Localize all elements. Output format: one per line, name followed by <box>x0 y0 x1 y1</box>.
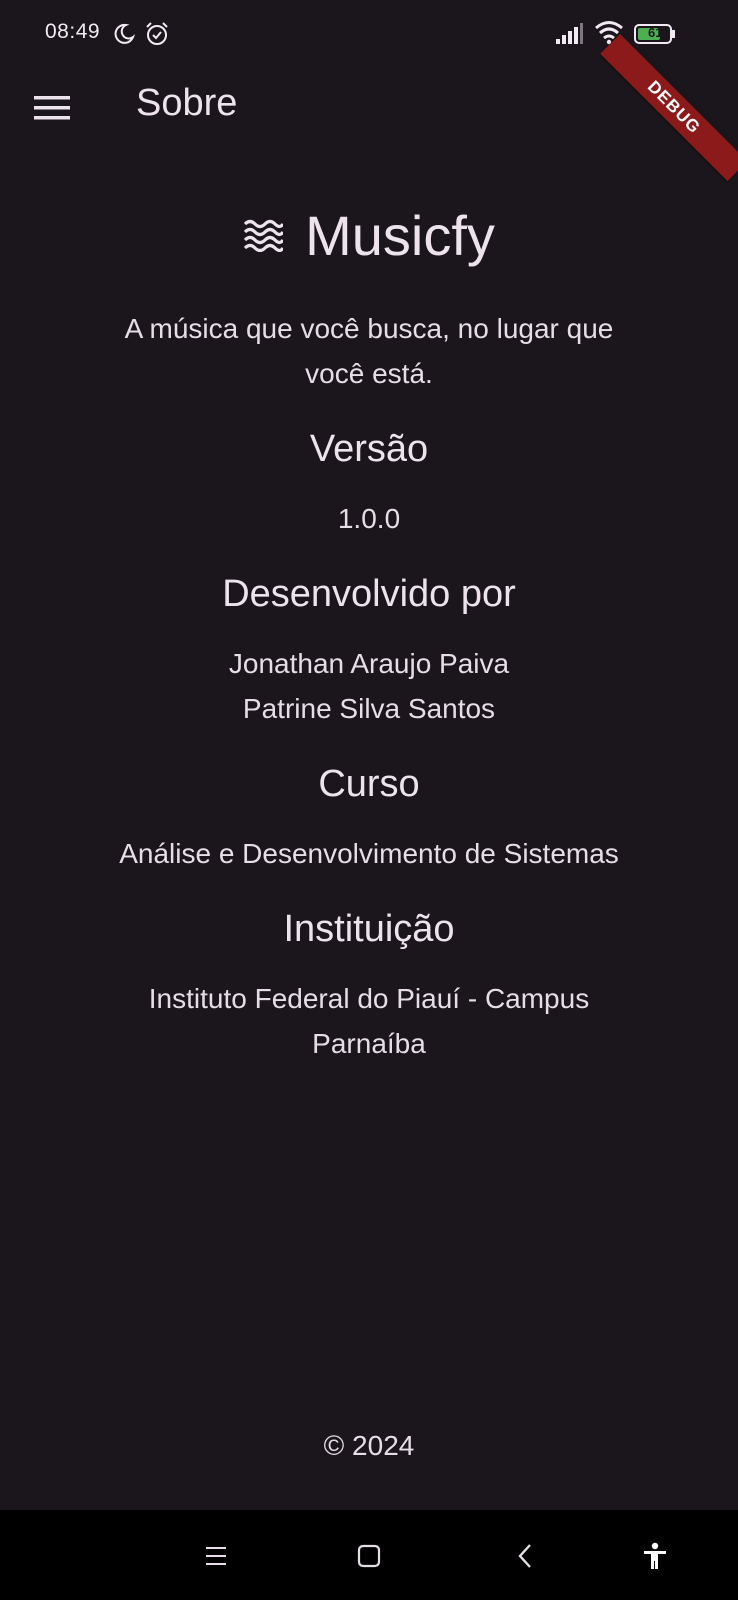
section-course: Curso Análise e Desenvolvimento de Siste… <box>0 759 738 876</box>
signal-icon <box>556 23 583 44</box>
section-version: Versão 1.0.0 <box>0 424 738 541</box>
app-bar: Sobre <box>0 70 738 144</box>
waves-icon <box>243 219 284 252</box>
copyright: © 2024 <box>323 1430 415 1461</box>
battery-level: 61 <box>648 25 663 40</box>
home-icon <box>357 1544 381 1568</box>
recents-button[interactable] <box>196 1536 236 1576</box>
moon-icon <box>114 23 136 44</box>
page-title: Sobre <box>136 82 238 124</box>
app-name: Musicfy <box>305 203 495 267</box>
accessibility-button[interactable] <box>635 1536 675 1576</box>
section-title: Versão <box>309 428 429 470</box>
about-content: Musicfy A música que você busca, no luga… <box>0 190 738 1066</box>
developer-list: Jonathan Araujo Paiva Patrine Silva Sant… <box>0 641 738 731</box>
section-title: Instituição <box>283 908 455 950</box>
version-value: 1.0.0 <box>337 503 401 534</box>
hamburger-menu-icon <box>34 96 70 120</box>
recents-icon <box>206 1547 226 1565</box>
about-screen: 08:49 61 DEBUG Sobre Musicfy A música qu… <box>0 0 738 1600</box>
section-developers: Desenvolvido por Jonathan Araujo Paiva P… <box>0 569 738 731</box>
institution-value: Instituto Federal do Piauí - Campus Parn… <box>148 983 590 1059</box>
brand-header: Musicfy <box>0 190 738 280</box>
section-title: Curso <box>318 763 420 805</box>
system-nav-bar <box>0 1510 738 1600</box>
home-button[interactable] <box>349 1536 389 1576</box>
course-value: Análise e Desenvolvimento de Sistemas <box>119 838 619 869</box>
alarm-icon <box>146 22 168 45</box>
developer-name: Jonathan Araujo Paiva <box>228 648 510 679</box>
back-button[interactable] <box>505 1536 545 1576</box>
section-title: Desenvolvido por <box>222 573 516 615</box>
accessibility-icon <box>644 1542 666 1569</box>
tagline: A música que você busca, no lugar que vo… <box>124 313 614 389</box>
status-time: 08:49 <box>45 20 101 43</box>
section-institution: Instituição Instituto Federal do Piauí -… <box>0 904 738 1066</box>
menu-button[interactable] <box>30 86 74 130</box>
back-icon <box>518 1544 531 1568</box>
developer-name: Patrine Silva Santos <box>242 693 496 724</box>
